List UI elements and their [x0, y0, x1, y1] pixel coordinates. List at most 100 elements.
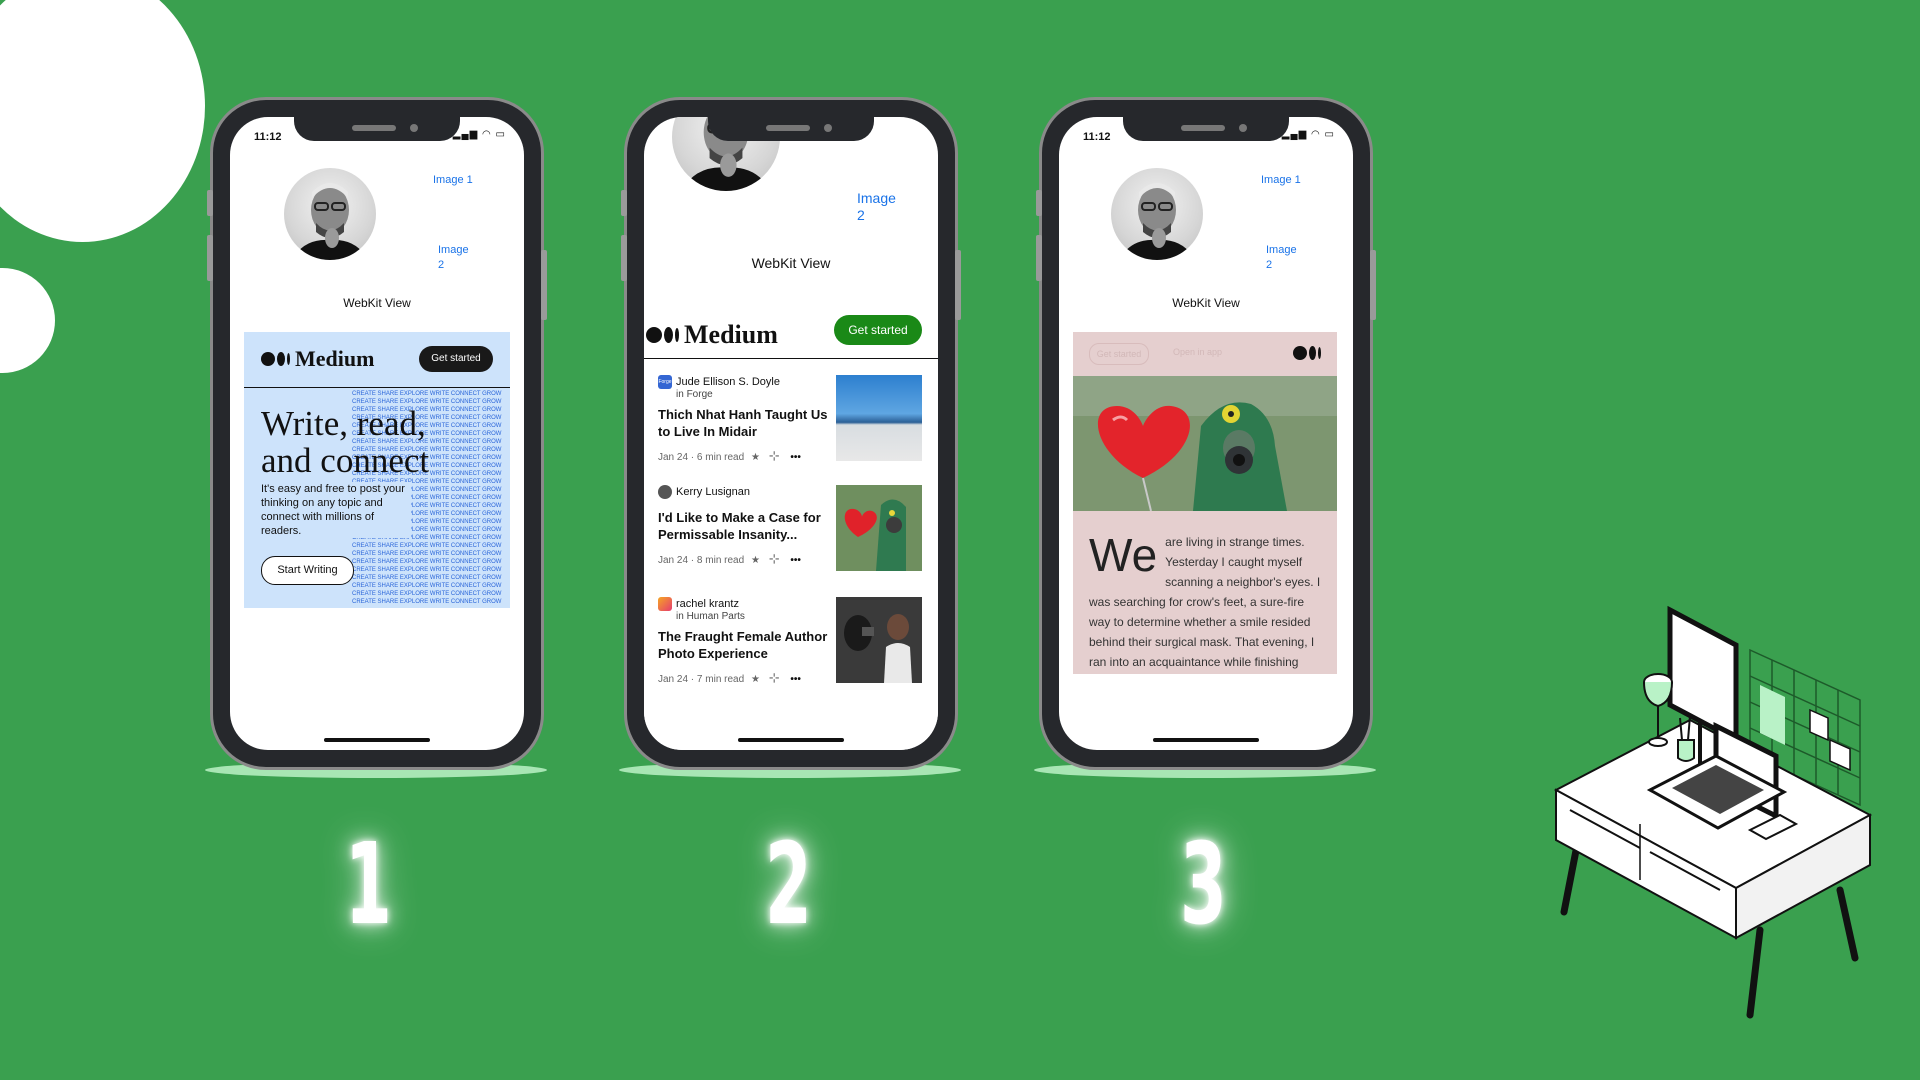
article-card[interactable]: Forge Jude Ellison S. Doyle in Forge Thic…: [658, 375, 924, 464]
bookmark-add-icon[interactable]: ⊹: [769, 670, 780, 685]
webkit-view[interactable]: Medium Get started Forge Jude Ellison S. …: [644, 309, 938, 750]
phone3-notch: [1123, 117, 1289, 141]
star-icon: ★: [750, 452, 760, 463]
decor-circle-large: [0, 0, 205, 242]
hero-subtext: It's easy and free to post your thinking…: [261, 482, 411, 538]
portrait-icon: [292, 183, 368, 260]
desk-illustration: [1553, 605, 1873, 1019]
image2-link-line1: Image: [438, 244, 469, 256]
start-writing-button[interactable]: Start Writing: [261, 556, 354, 585]
headline-line2: and connect: [261, 441, 430, 480]
medium-header: Medium Get started: [244, 332, 510, 388]
star-icon: ★: [750, 674, 760, 685]
article-card[interactable]: rachel krantz in Human Parts The Fraught…: [658, 597, 924, 686]
webkit-view[interactable]: Get started Open in app We are living in…: [1073, 332, 1337, 674]
avatar-image[interactable]: [1111, 168, 1203, 260]
phone1-screen: 11:12 ▂▄▆ ◠ ▭ Image 1 Image 2 WebKit Vie…: [230, 117, 524, 750]
article-thumbnail-heart-gasmask[interactable]: [836, 485, 922, 571]
image2-link-line2: 2: [1266, 259, 1273, 271]
faded-get-started-button[interactable]: Get started: [1089, 343, 1149, 365]
article-body-rest: scanning a neighbor's eyes. I was search…: [1089, 575, 1321, 669]
article-author[interactable]: Kerry Lusignan: [676, 486, 750, 498]
article-author[interactable]: rachel krantz: [676, 598, 739, 610]
medium-logo[interactable]: Medium: [261, 346, 374, 372]
webkit-view-label: WebKit View: [1172, 296, 1240, 310]
phone2-volume-up: [621, 190, 627, 216]
phone1-notch: [294, 117, 460, 141]
medium-logo-icon[interactable]: [1293, 346, 1321, 360]
phone1-volume-down: [207, 235, 213, 281]
image1-link[interactable]: Image 1: [1261, 173, 1301, 188]
article-in: in: [676, 389, 684, 400]
portrait-icon: [1119, 183, 1195, 260]
article-thumbnail-photographer[interactable]: [836, 597, 922, 683]
article-read-time: 6 min read: [696, 452, 745, 463]
phone2-screen: Image 2 WebKit View Medium Get started F…: [644, 117, 938, 750]
webkit-view[interactable]: Medium Get started CREATE SHARE EXPLORE …: [244, 332, 510, 608]
article-date: Jan 24: [658, 555, 689, 566]
article-in: in: [676, 611, 684, 622]
medium-header: Medium Get started: [644, 309, 938, 359]
faded-open-in-app[interactable]: Open in app: [1173, 347, 1222, 357]
article-author[interactable]: Jude Ellison S. Doyle: [676, 376, 780, 388]
article-date: Jan 24: [658, 674, 689, 685]
article-read-time: 7 min read: [696, 674, 745, 685]
phone-2: Image 2 WebKit View Medium Get started F…: [621, 97, 961, 770]
dropcap: We: [1089, 529, 1158, 581]
get-started-button[interactable]: Get started: [834, 315, 922, 345]
article-title[interactable]: Thich Nhat Hanh Taught Us to Live In Mid…: [658, 406, 830, 440]
article-publication[interactable]: Human Parts: [687, 611, 745, 622]
more-icon[interactable]: •••: [790, 555, 801, 566]
phone3-power: [1370, 250, 1376, 320]
article-body: We are living in strange times. Yesterda…: [1089, 532, 1325, 672]
photographer-image: [836, 597, 922, 683]
get-started-button[interactable]: Get started: [419, 346, 493, 372]
step-number-2: 2: [765, 820, 812, 950]
home-indicator[interactable]: [1153, 738, 1259, 742]
image2-link-line1: Image: [1266, 244, 1297, 256]
image2-link[interactable]: Image 2: [857, 190, 896, 224]
step-number-1: 1: [345, 820, 392, 950]
phone1-power: [541, 250, 547, 320]
forge-publication-icon: Forge: [658, 375, 672, 389]
image2-link[interactable]: Image 2: [438, 243, 469, 273]
phone3-volume-down: [1036, 235, 1042, 281]
article-card[interactable]: Kerry Lusignan I'd Like to Make a Case f…: [658, 485, 924, 571]
home-indicator[interactable]: [738, 738, 844, 742]
decor-circle-small: [0, 268, 55, 373]
phone1-volume-up: [207, 190, 213, 216]
medium-logo-icon: [261, 352, 292, 366]
webkit-view-label: WebKit View: [343, 296, 411, 310]
article-thumbnail-beach[interactable]: [836, 375, 922, 461]
image2-link-line1: Image: [857, 190, 896, 206]
bookmark-add-icon[interactable]: ⊹: [769, 551, 780, 566]
status-time: 11:12: [254, 131, 282, 143]
medium-logo[interactable]: Medium: [646, 320, 778, 350]
article-hero-image: [1073, 376, 1337, 511]
phone-1: 11:12 ▂▄▆ ◠ ▭ Image 1 Image 2 WebKit Vie…: [207, 97, 547, 770]
phone2-power: [955, 250, 961, 320]
avatar-image[interactable]: [284, 168, 376, 260]
medium-logo-text: Medium: [684, 320, 778, 349]
article-title[interactable]: I'd Like to Make a Case for Permissable …: [658, 509, 830, 543]
article-title[interactable]: The Fraught Female Author Photo Experien…: [658, 628, 830, 662]
heart-gasmask-image: [836, 485, 922, 571]
phone3-volume-up: [1036, 190, 1042, 216]
more-icon[interactable]: •••: [790, 452, 801, 463]
star-icon: ★: [750, 555, 760, 566]
phone3-screen: 11:12 ▂▄▆ ◠ ▭ Image 1 Image 2 WebKit Vie…: [1059, 117, 1353, 750]
step-number-3: 3: [1180, 820, 1227, 950]
webkit-view-label: WebKit View: [751, 255, 831, 271]
image2-link[interactable]: Image 2: [1266, 243, 1297, 273]
image1-link[interactable]: Image 1: [433, 173, 473, 188]
more-icon[interactable]: •••: [790, 674, 801, 685]
medium-logo-icon: [646, 327, 681, 343]
article-publication[interactable]: Forge: [687, 389, 713, 400]
faded-header: Get started Open in app: [1073, 332, 1337, 376]
article-body-first: are living in strange times. Yesterday I…: [1165, 535, 1305, 569]
home-indicator[interactable]: [324, 738, 430, 742]
image2-link-line2: 2: [438, 259, 445, 271]
article-read-time: 8 min read: [696, 555, 745, 566]
phone2-notch: [708, 117, 874, 141]
bookmark-add-icon[interactable]: ⊹: [769, 448, 780, 463]
